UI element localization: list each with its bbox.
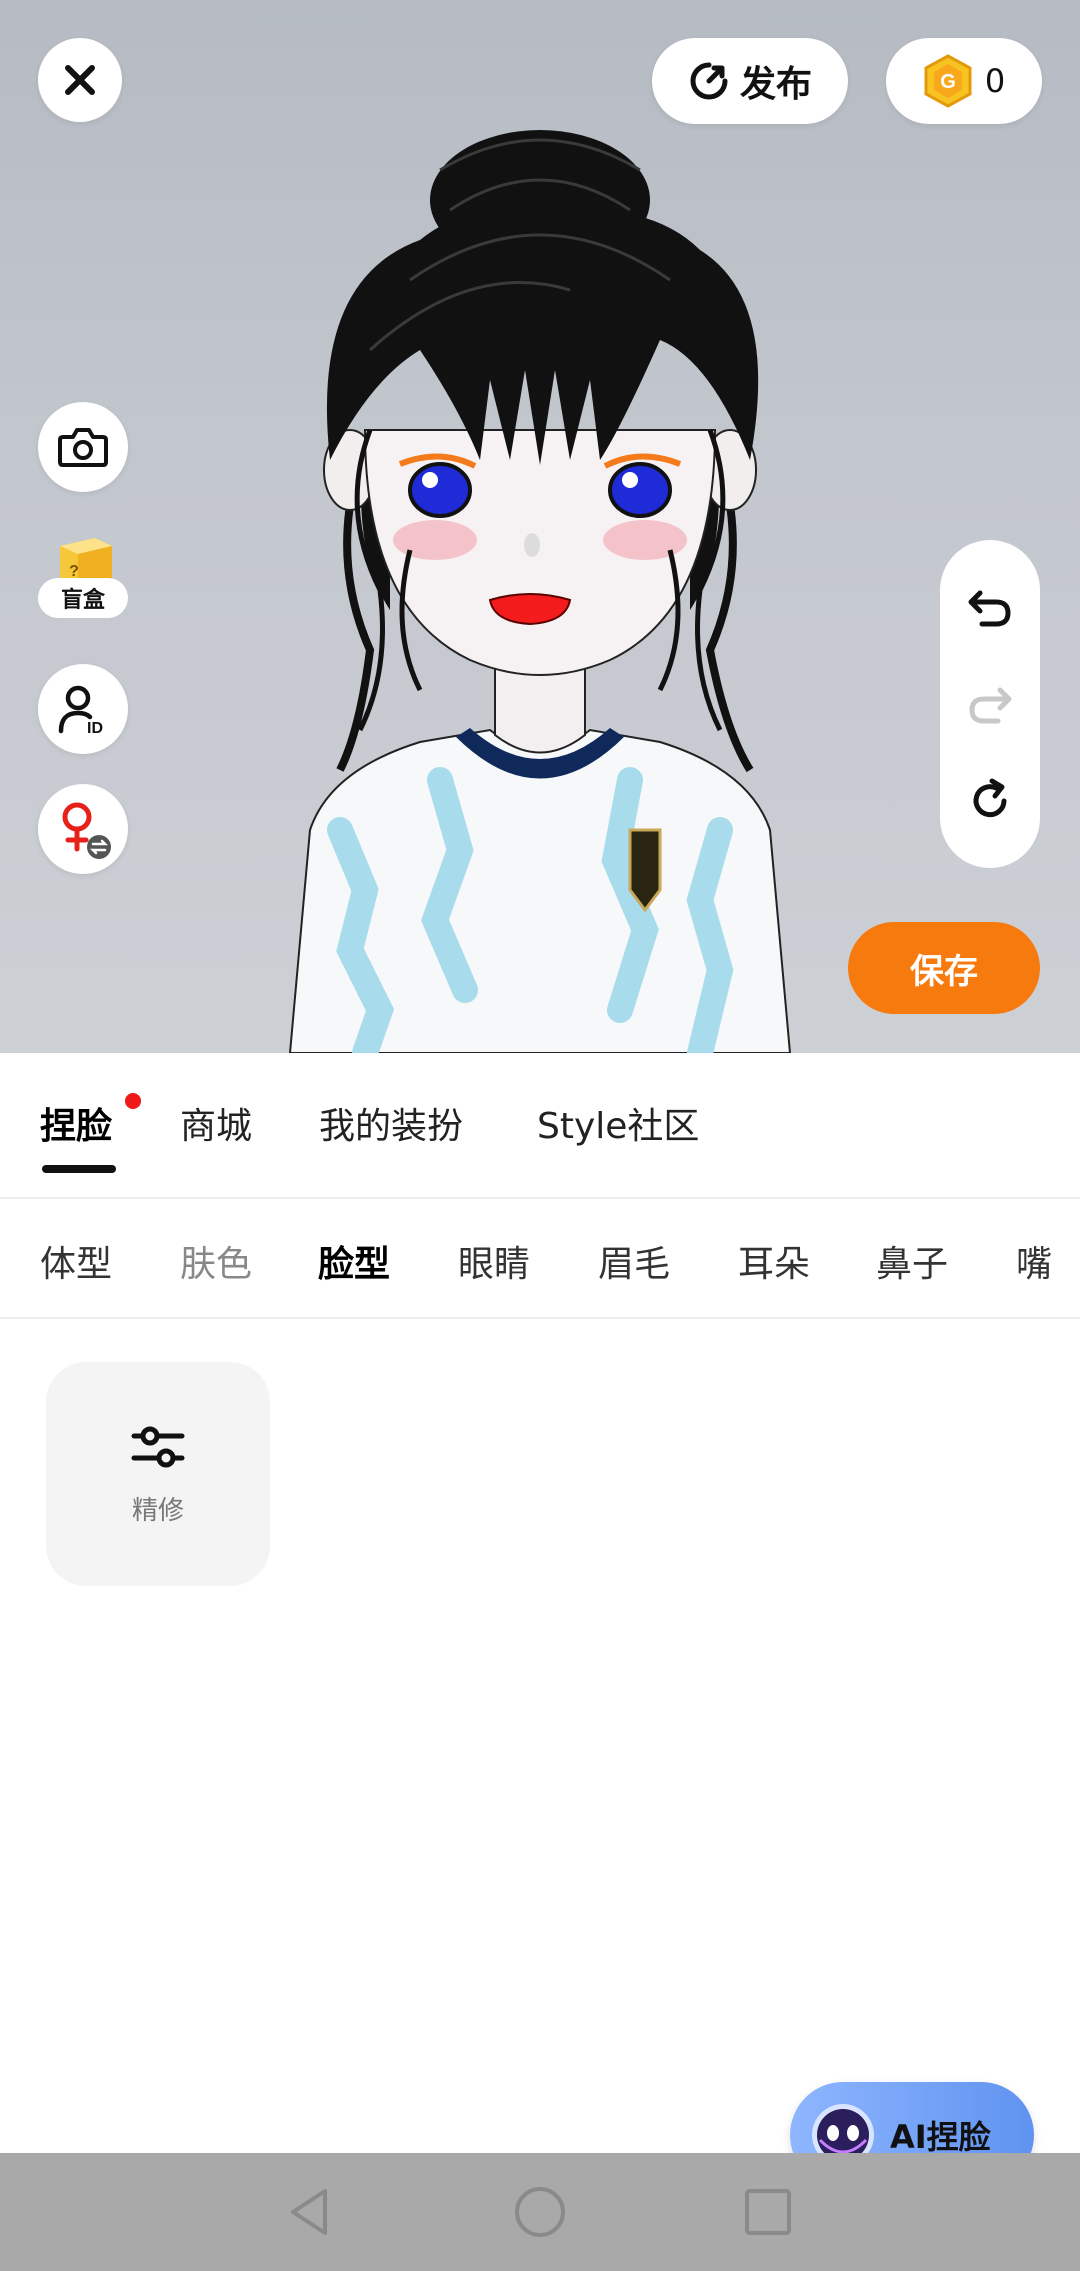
- subtab-ears[interactable]: 耳朵: [738, 1235, 810, 1287]
- feature-category-bar: 体型 肤色 脸型 眼睛 眉毛 耳朵 鼻子 嘴: [0, 1199, 1080, 1319]
- recents-nav-button[interactable]: [738, 2182, 798, 2242]
- undo-icon: [968, 590, 1011, 627]
- tab-style-community[interactable]: Style社区: [537, 1097, 699, 1149]
- svg-text:G: G: [940, 71, 956, 93]
- recents-square-icon: [745, 2189, 791, 2235]
- coin-count: 0: [984, 62, 1006, 100]
- reset-icon: [973, 778, 1007, 818]
- publish-button[interactable]: 发布: [652, 38, 848, 124]
- refine-option-card[interactable]: 精修: [46, 1362, 270, 1586]
- sliders-icon: [131, 1426, 185, 1467]
- subtab-eyes[interactable]: 眼睛: [458, 1235, 530, 1287]
- close-button[interactable]: [38, 38, 122, 122]
- subtab-face-shape[interactable]: 脸型: [318, 1235, 390, 1287]
- refine-label: 精修: [131, 1495, 184, 1526]
- redo-button[interactable]: [960, 674, 1020, 734]
- system-navigation-bar: [0, 2153, 1080, 2271]
- tab-face-edit[interactable]: 捏脸: [40, 1097, 112, 1149]
- main-tab-bar: 捏脸 商城 我的装扮 Style社区: [0, 1053, 1080, 1199]
- back-triangle-icon: [291, 2189, 327, 2235]
- gender-switch-button[interactable]: [38, 784, 128, 874]
- home-nav-button[interactable]: [510, 2182, 570, 2242]
- save-button[interactable]: 保存: [848, 922, 1040, 1014]
- profile-id-button[interactable]: ID: [38, 664, 128, 754]
- avatar-editor-screen: 发布 G 0 ? 盲盒 ID 保存 捏脸 商城 我的装扮 Style社区 体型 …: [0, 0, 1080, 2271]
- tab-shop[interactable]: 商城: [180, 1097, 252, 1149]
- redo-icon: [969, 687, 1012, 724]
- subtab-mouth[interactable]: 嘴: [1016, 1235, 1052, 1287]
- avatar-preview[interactable]: 发布 G 0 ? 盲盒 ID 保存: [0, 0, 1080, 1053]
- reset-button[interactable]: [960, 771, 1020, 831]
- undo-button[interactable]: [960, 577, 1020, 637]
- ai-face-label: AI捏脸: [890, 2118, 991, 2156]
- publish-label: 发布: [739, 64, 812, 105]
- svg-text:ID: ID: [87, 720, 103, 735]
- edit-history-panel: [940, 540, 1040, 868]
- new-badge-dot: [125, 1093, 141, 1109]
- camera-icon: [58, 428, 108, 467]
- gender-switch-icon: [62, 802, 111, 859]
- back-nav-button[interactable]: [280, 2182, 340, 2242]
- blindbox-button[interactable]: ? 盲盒: [38, 528, 128, 632]
- coin-icon: G: [924, 54, 972, 108]
- close-icon: [65, 65, 95, 95]
- profile-id-icon: ID: [58, 685, 103, 735]
- subtab-eyebrows[interactable]: 眉毛: [598, 1235, 670, 1287]
- subtab-body-type[interactable]: 体型: [40, 1235, 112, 1287]
- subtab-skin-tone[interactable]: 肤色: [180, 1235, 252, 1287]
- tab-my-outfits[interactable]: 我的装扮: [319, 1097, 463, 1149]
- camera-button[interactable]: [38, 402, 128, 492]
- home-circle-icon: [515, 2187, 565, 2237]
- subtab-nose[interactable]: 鼻子: [876, 1235, 948, 1287]
- active-tab-indicator: [42, 1165, 116, 1173]
- avatar-illustration: [288, 130, 792, 1053]
- publish-icon: [690, 62, 728, 100]
- blindbox-label: 盲盒: [38, 578, 128, 618]
- coin-balance-button[interactable]: G 0: [886, 38, 1042, 124]
